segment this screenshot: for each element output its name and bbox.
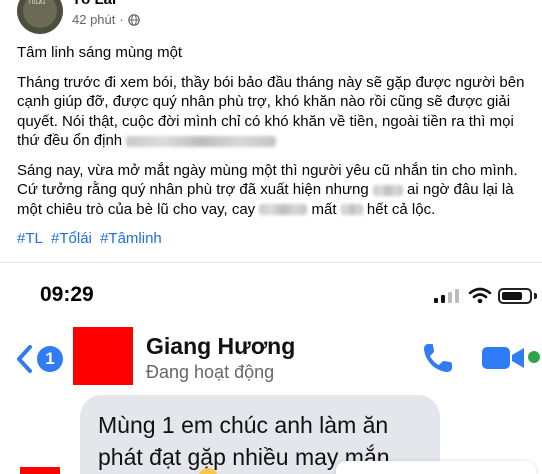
status-bar-time: 09:29 [40, 283, 94, 306]
hashtag-link[interactable]: #Tâmlinh [100, 230, 162, 247]
reaction-bubble [336, 461, 536, 474]
post-paragraph-2: Sáng nay, vừa mở mắt ngày mùng một thì n… [17, 161, 535, 220]
blurred-text [340, 204, 363, 216]
online-status-dot [528, 351, 540, 363]
phone-call-icon[interactable] [420, 340, 456, 376]
facebook-post: TÔLÀI Tô Lài 42 phút · Tâm linh sáng mùn… [0, 0, 542, 262]
blurred-text [372, 184, 403, 196]
blurred-text [126, 135, 277, 147]
battery-level [502, 292, 522, 300]
video-call-icon[interactable] [482, 345, 528, 371]
post-paragraph-1: Tháng trước đi xem bói, thầy bói bảo đầu… [17, 73, 535, 151]
paragraph-2-text-d: hết cả lộc. [366, 200, 436, 218]
hashtags: #TL #Tổlái #Tâmlinh [17, 229, 535, 249]
post-body: Tâm linh sáng mùng một Tháng trước đi xe… [17, 43, 535, 249]
back-chevron-icon[interactable] [14, 344, 34, 374]
author-name[interactable]: Tô Lài [72, 0, 116, 8]
wifi-icon [468, 287, 492, 304]
avatar-logo-text: TÔLÀI [28, 0, 47, 6]
contact-name[interactable]: Giang Hương [146, 333, 295, 360]
author-avatar[interactable]: TÔLÀI [17, 0, 63, 34]
globe-icon[interactable] [127, 13, 140, 26]
sender-avatar [20, 467, 60, 474]
post-title: Tâm linh sáng mùng một [17, 44, 183, 61]
contact-status: Đang hoạt động [146, 362, 275, 382]
meta-separator: · [119, 12, 124, 27]
signal-icon [434, 289, 459, 303]
unread-count-badge[interactable]: 1 [37, 346, 63, 372]
battery-tip [534, 293, 537, 299]
hashtag-link[interactable]: #TL [17, 230, 43, 247]
post-meta: 42 phút · [72, 12, 140, 27]
messenger-screenshot[interactable]: 09:29 1 Giang Hương Đang hoạt động Mùng … [0, 262, 542, 474]
post-time[interactable]: 42 phút [72, 12, 115, 27]
blurred-text [259, 204, 308, 216]
hashtag-link[interactable]: #Tổlái [51, 230, 92, 247]
contact-avatar[interactable] [73, 327, 133, 385]
paragraph-2-text-c: mất [311, 200, 337, 218]
battery-icon [498, 288, 532, 304]
